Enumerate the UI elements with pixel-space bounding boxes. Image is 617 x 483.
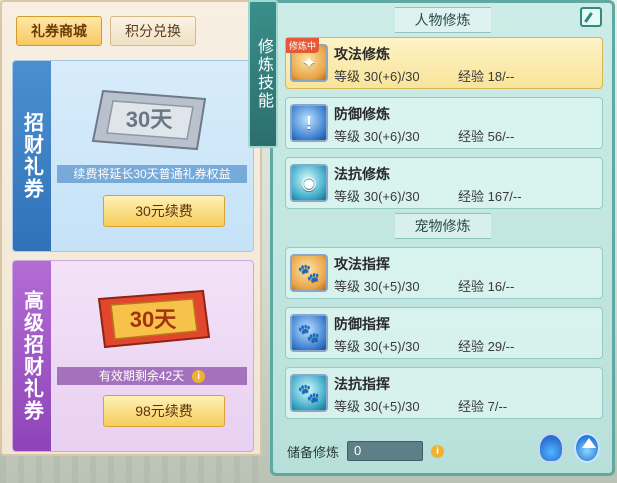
skill-row-pet-attack[interactable]: 🐾 攻法指挥 等级 30(+5)/30 经验 16/--: [285, 247, 603, 299]
character-section-header: 人物修炼: [273, 7, 612, 33]
tab-points-exchange[interactable]: 积分兑换: [110, 16, 196, 46]
skill-name: 防御修炼: [334, 106, 390, 122]
skill-exp: 经验 7/--: [458, 399, 508, 414]
section-title: 宠物修炼: [394, 213, 491, 239]
reserve-cultivation: 储备修炼 0 i: [287, 439, 445, 463]
skill-row-defense[interactable]: ! 防御修炼 等级 30(+6)/30 经验 56/--: [285, 97, 603, 149]
skill-exp: 经验 167/--: [458, 189, 522, 204]
voucher-card-standard: 招财礼券 30天 续费将延长30天普通礼券权益 30元续费: [12, 60, 254, 252]
skill-exp: 经验 16/--: [458, 279, 515, 294]
skill-level: 等级 30(+5)/30: [334, 279, 420, 294]
info-icon[interactable]: i: [192, 370, 206, 384]
skill-row-pet-defense[interactable]: 🐾 防御指挥 等级 30(+5)/30 经验 29/--: [285, 307, 603, 359]
pet-attack-icon: 🐾: [290, 254, 328, 292]
pet-defense-icon: 🐾: [290, 314, 328, 352]
skill-level: 等级 30(+5)/30: [334, 339, 420, 354]
cultivation-panel: 人物修炼 ✦ 修炼中 攻法修炼 等级 30(+6)/30 经验 18/-- ! …: [270, 0, 615, 476]
skill-stats: 等级 30(+5)/30 经验 29/--: [334, 336, 514, 355]
expiry-text: 有效期剩余42天 i: [57, 367, 247, 385]
voucher-card-title: 高级招财礼券: [13, 261, 51, 451]
skill-level: 等级 30(+5)/30: [334, 399, 420, 414]
pet-section-header: 宠物修炼: [273, 213, 612, 239]
info-icon[interactable]: i: [431, 444, 445, 458]
section-title: 人物修炼: [394, 7, 491, 33]
potion-icon[interactable]: [538, 433, 564, 463]
skill-row-attack[interactable]: ✦ 修炼中 攻法修炼 等级 30(+6)/30 经验 18/--: [285, 37, 603, 89]
voucher-card-title: 招财礼券: [13, 61, 51, 251]
skill-exp: 经验 29/--: [458, 339, 515, 354]
skill-exp: 经验 18/--: [458, 69, 515, 84]
cultivation-skill-tab[interactable]: 修炼技能: [248, 0, 278, 148]
skill-stats: 等级 30(+6)/30 经验 18/--: [334, 66, 514, 85]
skill-row-magic-resist[interactable]: ◉ 法抗修炼 等级 30(+6)/30 经验 167/--: [285, 157, 603, 209]
silver-ticket-icon: 30天: [85, 83, 215, 155]
upgrade-arrow-icon[interactable]: [574, 433, 600, 463]
skill-name: 法抗修炼: [334, 166, 390, 182]
ticket-text: 30天: [130, 307, 177, 332]
skill-name: 防御指挥: [334, 316, 390, 332]
tab-voucher-shop[interactable]: 礼券商城: [16, 16, 102, 46]
voucher-panel: 礼券商城 积分兑换 招财礼券 30天 续费将延长30天普通礼券权益 30元续费 …: [0, 0, 262, 456]
ticket-text: 30天: [126, 107, 173, 132]
reserve-value-field[interactable]: 0: [347, 441, 424, 461]
skill-stats: 等级 30(+5)/30 经验 16/--: [334, 276, 514, 295]
skill-level: 等级 30(+6)/30: [334, 189, 420, 204]
skill-stats: 等级 30(+6)/30 经验 167/--: [334, 186, 522, 205]
skill-exp: 经验 56/--: [458, 129, 515, 144]
gold-ticket-icon: 30天: [85, 283, 215, 355]
magic-resist-icon: ◉: [290, 164, 328, 202]
skill-row-pet-magic-resist[interactable]: 🐾 法抗指挥 等级 30(+5)/30 经验 7/--: [285, 367, 603, 419]
tab-row: 礼券商城 积分兑换: [16, 16, 196, 46]
skill-stats: 等级 30(+6)/30 经验 56/--: [334, 126, 514, 145]
renew-promo-text: 续费将延长30天普通礼券权益: [57, 165, 247, 183]
skill-name: 法抗指挥: [334, 376, 390, 392]
defense-icon: !: [290, 104, 328, 142]
skill-level: 等级 30(+6)/30: [334, 129, 420, 144]
voucher-card-premium: 高级招财礼券 30天 有效期剩余42天 i 98元续费: [12, 260, 254, 452]
expiry-label: 有效期剩余42天: [98, 369, 185, 383]
skill-level: 等级 30(+6)/30: [334, 69, 420, 84]
pet-magic-resist-icon: 🐾: [290, 374, 328, 412]
renew-98-button[interactable]: 98元续费: [103, 395, 225, 427]
in-progress-badge: 修炼中: [286, 38, 320, 53]
skill-name: 攻法指挥: [334, 256, 390, 272]
renew-30-button[interactable]: 30元续费: [103, 195, 225, 227]
skill-name: 攻法修炼: [334, 46, 390, 62]
skill-stats: 等级 30(+5)/30 经验 7/--: [334, 396, 507, 415]
edit-icon[interactable]: [580, 7, 602, 27]
reserve-label: 储备修炼: [287, 444, 340, 460]
